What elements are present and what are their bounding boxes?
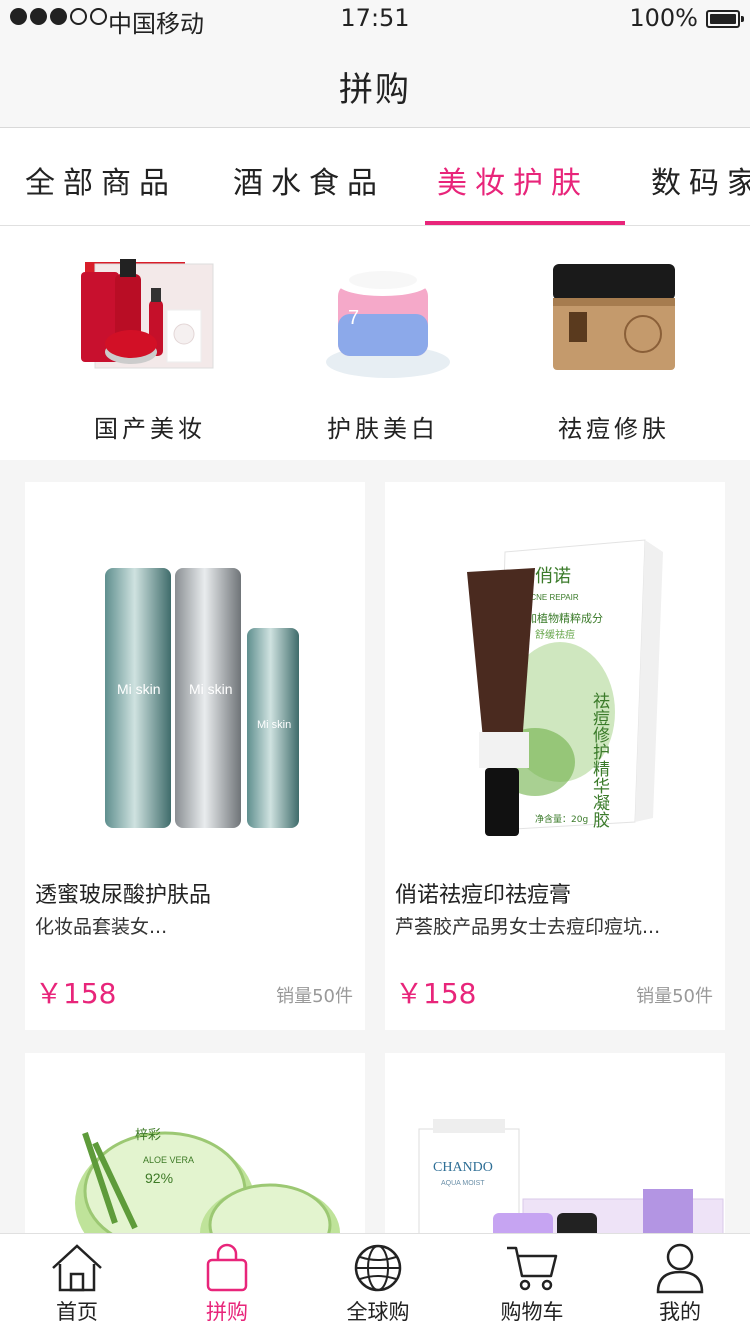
tabbar-item-group-buy[interactable]: 拼购 bbox=[152, 1234, 302, 1334]
product-brand-text: CHANDO bbox=[433, 1160, 493, 1175]
tab-digital-home[interactable]: 数码家 bbox=[651, 158, 750, 202]
active-tab-indicator bbox=[425, 221, 625, 225]
tabbar-label: 全球购 bbox=[346, 1300, 410, 1324]
svg-text:净含量：20g: 净含量：20g bbox=[535, 813, 588, 825]
svg-text:祛痘修护精华凝胶: 祛痘修护精华凝胶 bbox=[589, 692, 610, 829]
product-brand-text: 梓彩 bbox=[135, 1128, 161, 1143]
tabbar-label: 购物车 bbox=[500, 1300, 564, 1324]
subcategory-domestic-makeup[interactable]: 国产美妆 bbox=[25, 226, 275, 460]
product-card[interactable]: 梓彩 ALOE VERA 92% bbox=[25, 1053, 365, 1243]
product-price: ￥158 bbox=[35, 977, 117, 1010]
product-brand-text: Mi skin bbox=[117, 681, 161, 697]
svg-text:92%: 92% bbox=[145, 1170, 173, 1186]
product-image: 俏诺 ACNE REPAIR 添加植物精粹成分 舒缓祛痘 祛痘修护精华凝胶 净含… bbox=[467, 539, 663, 836]
svg-text:AQUA MOIST: AQUA MOIST bbox=[441, 1180, 485, 1187]
svg-text:Mi skin: Mi skin bbox=[189, 681, 233, 697]
tabbar-label: 首页 bbox=[56, 1300, 98, 1324]
svg-text:Mi skin: Mi skin bbox=[257, 719, 291, 731]
product-image: 梓彩 ALOE VERA 92% bbox=[75, 1128, 340, 1243]
product-card[interactable]: Mi skin Mi skin Mi skin 透蜜玻尿酸护肤品 化妆品套装女.… bbox=[25, 482, 365, 1030]
nav-bar: 拼购 bbox=[0, 40, 750, 128]
cart-icon bbox=[507, 1246, 558, 1291]
product-card[interactable]: CHANDO AQUA MOIST bbox=[385, 1053, 725, 1243]
cream-jar-image: 7 bbox=[326, 271, 450, 378]
battery-percent: 100% bbox=[629, 4, 698, 32]
subcategory-label: 祛痘修肤 bbox=[558, 415, 670, 443]
home-icon bbox=[52, 1244, 102, 1292]
subcategory-row: 国产美妆 7 护肤美白 祛痘修肤 bbox=[0, 226, 750, 460]
bottom-tab-bar: 首页 拼购 全球购 购物车 我的 bbox=[0, 1233, 750, 1334]
product-subtitle: 芦荟胶产品男女士去痘印痘坑... bbox=[395, 916, 661, 938]
acne-gel-jar-image bbox=[553, 264, 675, 370]
product-image: CHANDO AQUA MOIST bbox=[418, 1119, 724, 1243]
product-title: 透蜜玻尿酸护肤品 bbox=[35, 883, 212, 908]
product-sales: 销量50件 bbox=[636, 986, 713, 1007]
product-sales: 销量50件 bbox=[276, 986, 353, 1007]
svg-text:7: 7 bbox=[348, 307, 359, 329]
svg-text:舒缓祛痘: 舒缓祛痘 bbox=[535, 628, 575, 641]
product-brand-text: 俏诺 bbox=[535, 566, 571, 587]
tab-all-products[interactable]: 全部商品 bbox=[25, 158, 177, 202]
category-tabs: 全部商品 酒水食品 美妆护肤 数码家 bbox=[0, 128, 750, 226]
tab-drinks-food[interactable]: 酒水食品 bbox=[233, 158, 385, 202]
product-card[interactable]: 俏诺 ACNE REPAIR 添加植物精粹成分 舒缓祛痘 祛痘修护精华凝胶 净含… bbox=[385, 482, 725, 1030]
product-price: ￥158 bbox=[395, 977, 477, 1010]
tabbar-item-home[interactable]: 首页 bbox=[2, 1234, 152, 1334]
tabbar-label: 拼购 bbox=[206, 1300, 248, 1324]
product-subtitle: 化妆品套装女... bbox=[35, 916, 168, 938]
svg-text:ACNE REPAIR: ACNE REPAIR bbox=[525, 593, 579, 602]
page-title: 拼购 bbox=[339, 70, 411, 110]
product-image: Mi skin Mi skin Mi skin bbox=[105, 568, 299, 828]
tabbar-item-cart[interactable]: 购物车 bbox=[457, 1234, 607, 1334]
subcategory-label: 国产美妆 bbox=[94, 415, 206, 443]
globe-icon bbox=[354, 1244, 402, 1292]
tabbar-item-global-buy[interactable]: 全球购 bbox=[303, 1234, 453, 1334]
tabbar-item-profile[interactable]: 我的 bbox=[605, 1234, 750, 1334]
subcategory-skin-whitening[interactable]: 7 护肤美白 bbox=[258, 226, 508, 460]
subcategory-label: 护肤美白 bbox=[327, 415, 439, 443]
tab-beauty-skincare[interactable]: 美妆护肤 bbox=[437, 158, 589, 202]
cosmetics-set-image bbox=[81, 259, 214, 369]
subcategory-acne-repair[interactable]: 祛痘修肤 bbox=[489, 226, 739, 460]
product-title: 俏诺祛痘印祛痘膏 bbox=[395, 883, 572, 908]
battery-icon bbox=[706, 10, 744, 28]
status-bar: 中国移动 17:51 100% bbox=[0, 0, 750, 40]
tabbar-label: 我的 bbox=[659, 1300, 701, 1324]
shopping-bag-icon bbox=[206, 1243, 248, 1292]
svg-text:ALOE VERA: ALOE VERA bbox=[143, 1155, 194, 1165]
user-icon bbox=[656, 1243, 704, 1294]
